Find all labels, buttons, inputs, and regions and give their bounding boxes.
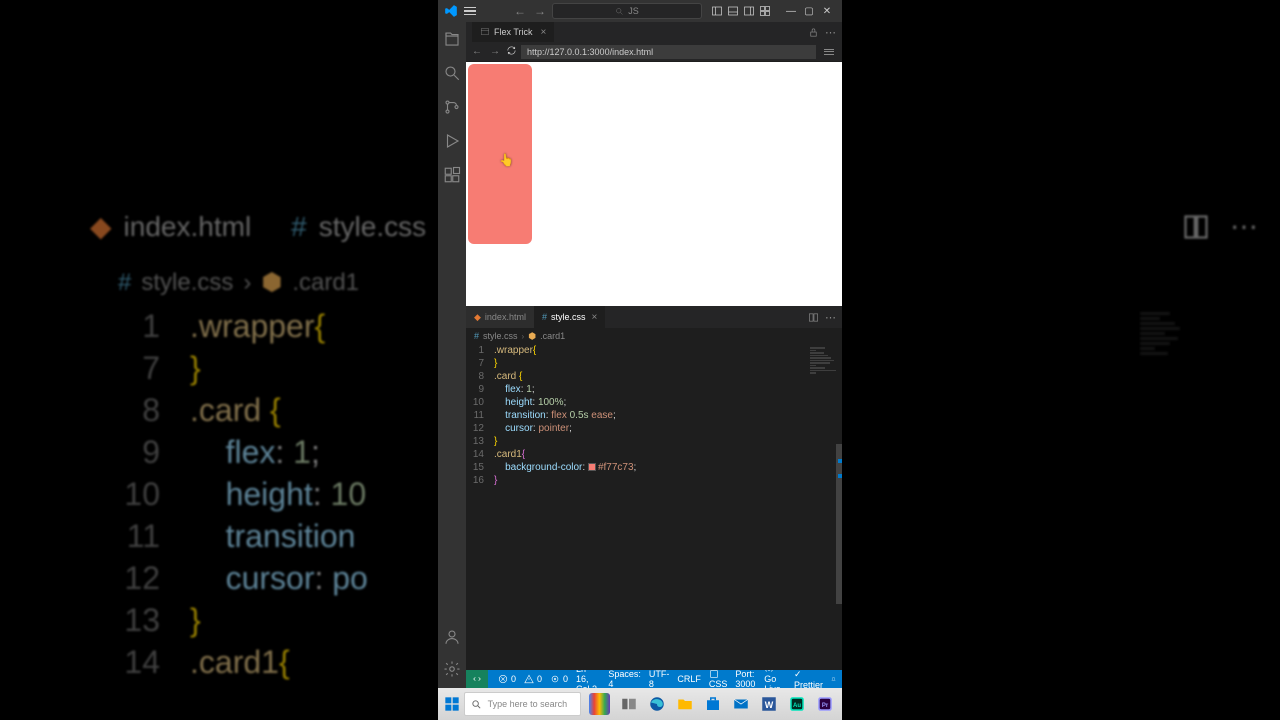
bg-minimap	[1140, 310, 1190, 400]
titlebar: ← → JS — ▢ ✕	[438, 0, 842, 22]
audition-icon[interactable]: Au	[784, 691, 810, 717]
svg-text:Au: Au	[793, 703, 801, 709]
activity-bar	[438, 22, 466, 688]
url-input[interactable]	[521, 45, 816, 59]
more-icon[interactable]: ⋯	[825, 26, 836, 39]
nav-back-icon[interactable]: ←	[512, 4, 528, 18]
browser-back-icon[interactable]: ←	[470, 46, 484, 57]
code-editor[interactable]: 1.wrapper{7}8.card {9 flex: 1;10 height:…	[466, 344, 842, 670]
layout-right-icon[interactable]	[742, 4, 756, 18]
premiere-icon[interactable]: Pr	[812, 691, 838, 717]
vscode-window: ← → JS — ▢ ✕	[438, 0, 842, 720]
close-button[interactable]: ✕	[818, 2, 836, 20]
run-debug-icon[interactable]	[443, 132, 461, 150]
start-button[interactable]	[442, 692, 462, 716]
nav-forward-icon[interactable]: →	[532, 4, 548, 18]
split-editor-icon[interactable]	[808, 312, 819, 323]
status-port[interactable]: Port: 3000	[735, 669, 756, 689]
tab-index-html[interactable]: ◆index.html	[466, 306, 534, 328]
status-ports[interactable]: 0	[550, 674, 568, 684]
more-icon[interactable]: ⋯	[825, 311, 836, 324]
status-warnings[interactable]: 0	[524, 674, 542, 684]
windows-taskbar: Type here to search W Au Pr	[438, 688, 842, 720]
vscode-logo-icon	[444, 4, 458, 18]
status-spaces[interactable]: Spaces: 4	[608, 669, 641, 689]
breadcrumb[interactable]: #style.css › ⬢.card1	[466, 328, 842, 344]
status-bar: 0 0 0 Ln 16, Col 2 Spaces: 4 UTF-8 CRLF …	[466, 670, 842, 688]
preview-addressbar: ← →	[466, 42, 842, 62]
bg-breadcrumb: #style.css › ⬢.card1	[118, 268, 359, 297]
edge-icon[interactable]	[644, 691, 670, 717]
svg-text:W: W	[765, 700, 774, 710]
status-errors[interactable]: 0	[498, 674, 516, 684]
editor-tabbar: ◆index.html #style.css × ⋯	[466, 306, 842, 328]
layout-bottom-icon[interactable]	[726, 4, 740, 18]
bell-icon[interactable]	[831, 674, 836, 684]
status-eol[interactable]: CRLF	[677, 674, 701, 684]
layout-customize-icon[interactable]	[758, 4, 772, 18]
bg-tabs: ◆index.html #style.css	[90, 210, 426, 243]
maximize-button[interactable]: ▢	[800, 2, 818, 20]
remote-indicator[interactable]	[466, 670, 488, 688]
extensions-icon[interactable]	[443, 166, 461, 184]
source-control-icon[interactable]	[443, 98, 461, 116]
close-icon[interactable]: ×	[541, 27, 547, 38]
cursor-pointer-icon: 👆	[499, 153, 514, 167]
layout-left-icon[interactable]	[710, 4, 724, 18]
taskview-icon[interactable]	[616, 691, 642, 717]
taskbar-widget-icon[interactable]	[589, 693, 610, 715]
explorer-icon[interactable]	[443, 30, 461, 48]
browser-forward-icon[interactable]: →	[488, 46, 502, 57]
command-center[interactable]: JS	[552, 3, 702, 19]
hamburger-menu-icon[interactable]	[464, 7, 476, 16]
svg-text:Pr: Pr	[822, 703, 829, 709]
live-preview[interactable]: 👆	[466, 62, 842, 306]
preview-tab[interactable]: Flex Trick ×	[472, 22, 554, 42]
status-prettier[interactable]: ✓ Prettier	[794, 669, 823, 690]
lock-icon[interactable]	[808, 27, 819, 38]
status-encoding[interactable]: UTF-8	[649, 669, 670, 689]
accounts-icon[interactable]	[443, 628, 461, 646]
mail-icon[interactable]	[728, 691, 754, 717]
browser-menu-icon[interactable]	[820, 49, 838, 55]
taskbar-search[interactable]: Type here to search	[464, 692, 581, 716]
search-icon[interactable]	[443, 64, 461, 82]
bg-code: 1.wrapper{7}8.card {9 flex: 1;10 height:…	[120, 305, 368, 683]
refresh-icon[interactable]	[506, 43, 517, 61]
bg-editor-actions: ⋯	[1182, 210, 1260, 243]
status-lang[interactable]: CSS	[709, 669, 728, 690]
close-icon[interactable]: ×	[591, 312, 597, 323]
explorer-icon[interactable]	[672, 691, 698, 717]
minimize-button[interactable]: —	[782, 2, 800, 20]
preview-tabbar: Flex Trick × ⋯	[466, 22, 842, 42]
store-icon[interactable]	[700, 691, 726, 717]
tab-style-css[interactable]: #style.css ×	[534, 306, 605, 328]
word-icon[interactable]: W	[756, 691, 782, 717]
settings-gear-icon[interactable]	[443, 660, 461, 678]
